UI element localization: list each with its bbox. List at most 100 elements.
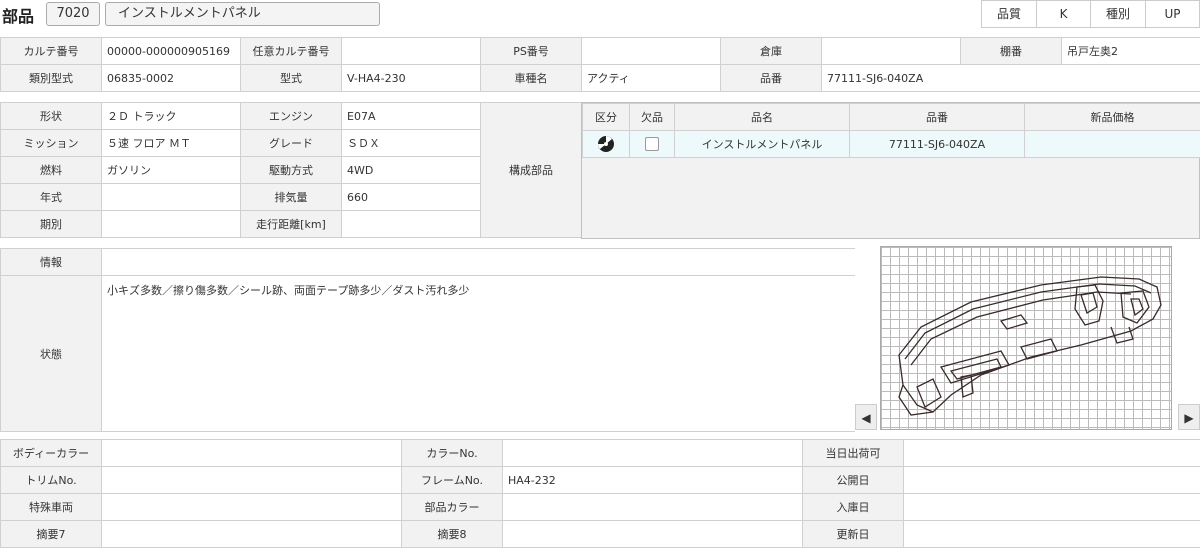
quality-value: K: [1036, 0, 1091, 28]
karte-value: 00000-000000905169: [101, 37, 241, 65]
ps-value: [581, 37, 721, 65]
memo8-label: 摘要8: [401, 520, 503, 548]
stock-value: [903, 493, 1200, 521]
table-row[interactable]: インストルメントパネル 77111-SJ6-040ZA: [582, 130, 1200, 158]
type-label: 種別: [1090, 0, 1146, 28]
displacement-value: 660: [341, 183, 481, 211]
drive-label: 駆動方式: [240, 156, 342, 184]
karte-label: カルテ番号: [0, 37, 102, 65]
grade-value: ＳＤＸ: [341, 129, 481, 157]
vehicle-info-table: カルテ番号 00000-000000905169 任意カルテ番号 PS番号 倉庫…: [0, 37, 1200, 92]
component-price: [1024, 130, 1200, 158]
chevron-left-icon[interactable]: ◀: [855, 404, 877, 430]
period-label: 期別: [0, 210, 102, 238]
shamei-value: アクティ: [581, 64, 721, 92]
engine-value: E07A: [341, 102, 481, 130]
state-value: 小キズ多数／擦り傷多数／シール跡、両面テープ跡多少／ダスト汚れ多少: [101, 275, 856, 432]
ps-label: PS番号: [480, 37, 582, 65]
disc-icon: [598, 136, 614, 152]
header-bar: 部品 7020 インストルメントパネル 品質 K 種別 UP: [0, 0, 1200, 30]
katashiki-value: V-HA4-230: [341, 64, 481, 92]
part-color-label: 部品カラー: [401, 493, 503, 521]
quality-label: 品質: [981, 0, 1037, 28]
katashiki-label: 型式: [240, 64, 342, 92]
keijo-value: ２Ｄ トラック: [101, 102, 241, 130]
souko-value: [821, 37, 961, 65]
part-name-field: インストルメントパネル: [105, 2, 380, 26]
ship-label: 当日出荷可: [802, 439, 904, 467]
trim-label: トリムNo.: [0, 466, 102, 494]
frame-value: HA4-232: [502, 466, 803, 494]
mileage-value: [341, 210, 481, 238]
table-row: ボディーカラー カラーNo. 当日出荷可: [0, 439, 1200, 467]
components-panel: 区分 欠品 品名 品番 新品価格 インストルメントパネル 77111-SJ6-0…: [581, 102, 1200, 239]
table-row: カルテ番号 00000-000000905169 任意カルテ番号 PS番号 倉庫…: [0, 37, 1200, 65]
instrument-panel-drawing: [898, 276, 1162, 416]
engine-label: エンジン: [240, 102, 342, 130]
trim-value: [101, 466, 402, 494]
stock-label: 入庫日: [802, 493, 904, 521]
info-value: [101, 248, 856, 276]
ruibetsu-label: 類別型式: [0, 64, 102, 92]
mileage-label: 走行距離[km]: [240, 210, 342, 238]
missing-checkbox[interactable]: [645, 137, 659, 151]
body-color-value: [101, 439, 402, 467]
period-value: [101, 210, 241, 238]
components-table: 区分 欠品 品名 品番 新品価格 インストルメントパネル 77111-SJ6-0…: [582, 103, 1200, 158]
year-label: 年式: [0, 183, 102, 211]
keijo-label: 形状: [0, 102, 102, 130]
displacement-label: 排気量: [240, 183, 342, 211]
drive-value: 4WD: [341, 156, 481, 184]
fuel-value: ガソリン: [101, 156, 241, 184]
special-label: 特殊車両: [0, 493, 102, 521]
part-code-field: 7020: [46, 2, 100, 26]
table-row: 形状 ２Ｄ トラック エンジン E07A 構成部品: [0, 102, 582, 238]
nini-karte-label: 任意カルテ番号: [240, 37, 342, 65]
color-no-label: カラーNo.: [401, 439, 503, 467]
tana-value: 吊戸左奥2: [1061, 37, 1200, 65]
update-value: [903, 520, 1200, 548]
state-label: 状態: [0, 275, 102, 432]
year-value: [101, 183, 241, 211]
mission-label: ミッション: [0, 129, 102, 157]
color-no-value: [502, 439, 803, 467]
header-missing: 欠品: [629, 103, 675, 131]
table-row: 状態 小キズ多数／擦り傷多数／シール跡、両面テープ跡多少／ダスト汚れ多少: [0, 275, 856, 432]
table-row: 情報: [0, 248, 856, 276]
publish-label: 公開日: [802, 466, 904, 494]
shamei-label: 車種名: [480, 64, 582, 92]
components-label: 構成部品: [480, 102, 582, 238]
memo7-label: 摘要7: [0, 520, 102, 548]
fuel-label: 燃料: [0, 156, 102, 184]
grade-label: グレード: [240, 129, 342, 157]
hinban-label: 品番: [720, 64, 822, 92]
components-header-row: 区分 欠品 品名 品番 新品価格: [582, 103, 1200, 131]
update-label: 更新日: [802, 520, 904, 548]
ship-value: [903, 439, 1200, 467]
chevron-right-icon[interactable]: ▶: [1178, 404, 1200, 430]
table-row: 摘要7 摘要8 更新日: [0, 520, 1200, 548]
type-value: UP: [1145, 0, 1200, 28]
header-name: 品名: [674, 103, 850, 131]
part-image-viewer: ◀ ▶: [855, 244, 1200, 432]
page-title: 部品: [2, 7, 35, 26]
hinban-value: 77111-SJ6-040ZA: [821, 64, 1200, 92]
condition-table: 情報 状態 小キズ多数／擦り傷多数／シール跡、両面テープ跡多少／ダスト汚れ多少: [0, 248, 856, 432]
component-number: 77111-SJ6-040ZA: [849, 130, 1025, 158]
header-category: 区分: [582, 103, 630, 131]
memo7-value: [101, 520, 402, 548]
publish-value: [903, 466, 1200, 494]
table-row: 特殊車両 部品カラー 入庫日: [0, 493, 1200, 521]
frame-label: フレームNo.: [401, 466, 503, 494]
spec-table: 形状 ２Ｄ トラック エンジン E07A 構成部品 ミッション ５速 フロア Ｍ…: [0, 102, 582, 238]
table-row: トリムNo. フレームNo. HA4-232 公開日: [0, 466, 1200, 494]
tana-label: 棚番: [960, 37, 1062, 65]
ruibetsu-value: 06835-0002: [101, 64, 241, 92]
memo8-value: [502, 520, 803, 548]
special-value: [101, 493, 402, 521]
info-label: 情報: [0, 248, 102, 276]
body-color-label: ボディーカラー: [0, 439, 102, 467]
nini-karte-value: [341, 37, 481, 65]
part-color-value: [502, 493, 803, 521]
header-price: 新品価格: [1024, 103, 1200, 131]
